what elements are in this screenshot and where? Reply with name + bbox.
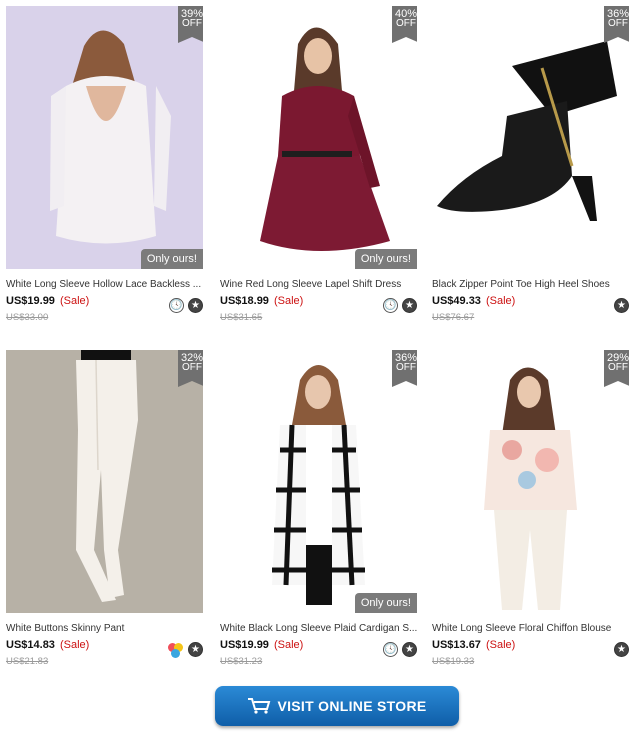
product-image[interactable]: 32% OFF xyxy=(6,350,203,613)
product-title[interactable]: White Black Long Sleeve Plaid Cardigan S… xyxy=(220,623,417,634)
star-icon[interactable]: ★ xyxy=(614,642,629,657)
action-icons: 🕓 ★ xyxy=(383,642,417,657)
action-icons: 🕓 ★ xyxy=(383,298,417,313)
discount-badge: 29% OFF xyxy=(604,350,629,387)
sale-label: (Sale) xyxy=(60,639,90,651)
only-ours-badge: Only ours! xyxy=(140,249,203,269)
discount-badge: 32% OFF xyxy=(178,350,203,387)
current-price: US$19.99 xyxy=(220,639,269,651)
product-title[interactable]: Black Zipper Point Toe High Heel Shoes xyxy=(432,279,629,290)
product-image[interactable]: 39% OFF Only ours! xyxy=(6,6,203,269)
action-icons: ★ xyxy=(614,642,629,657)
black-boot-image xyxy=(432,6,629,269)
only-ours-badge: Only ours! xyxy=(354,593,417,613)
product-card[interactable]: 39% OFF Only ours! White Long Sleeve Holl… xyxy=(6,6,206,323)
product-image[interactable]: 40% OFF Only ours! xyxy=(220,6,417,269)
product-image[interactable]: 36% OFF xyxy=(432,6,629,269)
red-dress-image xyxy=(220,6,417,269)
discount-badge: 40% OFF xyxy=(392,6,417,43)
lace-dress-image xyxy=(6,6,203,269)
current-price: US$49.33 xyxy=(432,295,481,307)
white-pants-image xyxy=(6,350,203,613)
sale-label: (Sale) xyxy=(60,295,90,307)
only-ours-badge: Only ours! xyxy=(354,249,417,269)
clock-icon[interactable]: 🕓 xyxy=(169,298,184,313)
product-title[interactable]: White Buttons Skinny Pant xyxy=(6,623,203,634)
star-icon[interactable]: ★ xyxy=(614,298,629,313)
product-image[interactable]: 29% OFF xyxy=(432,350,629,613)
product-card[interactable]: 32% OFF White Buttons Skinny Pant US$14.8… xyxy=(6,350,206,667)
action-icons: ★ xyxy=(166,642,203,660)
discount-badge: 39% OFF xyxy=(178,6,203,43)
current-price: US$18.99 xyxy=(220,295,269,307)
sale-label: (Sale) xyxy=(274,639,304,651)
floral-blouse-image xyxy=(432,350,629,613)
star-icon[interactable]: ★ xyxy=(402,298,417,313)
star-icon[interactable]: ★ xyxy=(402,642,417,657)
product-card[interactable]: 36% OFF Black Zipper Point Toe High Heel … xyxy=(432,6,632,323)
original-price: US$76.67 xyxy=(432,312,475,323)
clock-icon[interactable]: 🕓 xyxy=(383,298,398,313)
action-icons: 🕓 ★ xyxy=(169,298,203,313)
product-image[interactable]: 36% OFF Only ours! xyxy=(220,350,417,613)
original-price: US$33.00 xyxy=(6,312,49,323)
action-icons: ★ xyxy=(614,298,629,313)
price-row: US$13.67 (Sale) xyxy=(432,639,632,651)
price-row: US$49.33 (Sale) xyxy=(432,295,632,307)
discount-badge: 36% OFF xyxy=(604,6,629,43)
product-title[interactable]: White Long Sleeve Floral Chiffon Blouse xyxy=(432,623,629,634)
original-price: US$31.65 xyxy=(220,312,263,323)
visit-online-store-button[interactable]: VISIT ONLINE STORE xyxy=(215,686,459,726)
original-price: US$31.23 xyxy=(220,656,263,667)
clock-icon[interactable]: 🕓 xyxy=(383,642,398,657)
sale-label: (Sale) xyxy=(486,639,516,651)
product-card[interactable]: 40% OFF Only ours! Wine Red Long Sleeve L… xyxy=(220,6,420,323)
star-icon[interactable]: ★ xyxy=(188,298,203,313)
product-card[interactable]: 36% OFF Only ours! White Black Long Sleev… xyxy=(220,350,420,667)
store-button-label: VISIT ONLINE STORE xyxy=(277,698,427,714)
product-card[interactable]: 29% OFF White Long Sleeve Floral Chiffon … xyxy=(432,350,632,667)
current-price: US$19.99 xyxy=(6,295,55,307)
star-icon[interactable]: ★ xyxy=(188,642,203,657)
product-title[interactable]: Wine Red Long Sleeve Lapel Shift Dress xyxy=(220,279,417,290)
product-title[interactable]: White Long Sleeve Hollow Lace Backless .… xyxy=(6,279,203,290)
shopping-cart-icon xyxy=(248,698,271,714)
original-price: US$19.33 xyxy=(432,656,475,667)
discount-badge: 36% OFF xyxy=(392,350,417,387)
sale-label: (Sale) xyxy=(274,295,304,307)
current-price: US$14.83 xyxy=(6,639,55,651)
sale-label: (Sale) xyxy=(486,295,516,307)
color-swatch-icon[interactable] xyxy=(166,642,184,660)
plaid-cardigan-image xyxy=(220,350,417,613)
current-price: US$13.67 xyxy=(432,639,481,651)
